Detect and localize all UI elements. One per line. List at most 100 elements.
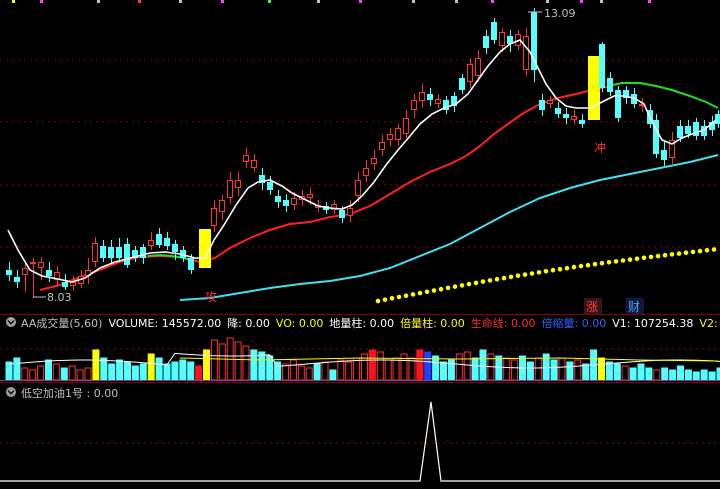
candle-body [395,128,401,140]
tick-mark [40,0,43,3]
short-moving-average-line [7,39,717,283]
candlestick [607,72,613,96]
candlestick [661,140,667,166]
volume-bar [550,359,558,381]
candlestick [419,84,425,108]
candle-body [172,244,178,252]
svg-text:AA成交量(5,60)VOLUME: 145572.00降:: AA成交量(5,60) VOLUME: 145572.00 降: 0.00 VO: 0… [21,316,720,330]
collapse-icon[interactable] [6,317,16,327]
candle-body [339,210,345,218]
trend-dot [641,255,647,261]
tick-mark [179,0,182,3]
candlestick [491,18,497,44]
candle-body [6,270,12,275]
volume-bar [582,363,590,381]
volume-bar [424,351,432,381]
high-price-label: 13.09 [544,7,576,20]
volume-bar [100,357,108,381]
volume-bar [131,365,139,381]
candlestick [435,94,441,108]
trend-dot [557,266,563,272]
candle-body [419,92,425,101]
candlestick [379,135,385,156]
chong-signal-marker: 冲 [594,140,606,155]
trend-dot [599,260,605,266]
svg-text:低空加油1号 : 0.00: 低空加油1号 : 0.00 [21,386,118,400]
candle-body [427,94,433,100]
trend-dot [375,298,381,304]
candlestick [599,42,605,92]
trend-dot [620,258,626,263]
volume-bar [669,369,677,381]
candlestick [571,110,577,124]
volume-bar [171,361,179,381]
trend-dot [704,248,710,253]
candle-body [547,100,553,104]
volume-bar [195,365,203,381]
candle-body [599,44,605,88]
chart-canvas[interactable]: 13.09 8.03 冲 攻 涨 财 AA成交量(5,60) VOLUME: 14… [0,0,720,486]
candle-body [283,200,289,206]
trend-dot [410,292,416,297]
candle-body [387,134,393,140]
volume-bar [558,357,566,381]
volume-bar [376,351,384,381]
header-value: V2: 2 [699,317,720,330]
svg-text:财: 财 [628,300,640,314]
volume-bar [5,361,13,381]
svg-text:涨: 涨 [586,299,598,314]
volume-bar [511,359,519,381]
volume-bar [37,365,45,381]
volume-bar [321,361,329,381]
candlestick-series[interactable] [6,8,720,298]
volume-bar [463,351,471,381]
candle-body [539,100,545,110]
trend-dot [431,288,437,293]
volume-bar [45,359,52,381]
volume-bar [637,363,645,381]
candlestick [235,172,241,196]
candle-body [156,234,162,245]
volume-bar [242,345,250,381]
volume-bar [684,369,692,381]
candle-body [371,158,377,164]
tick-mark [97,0,100,3]
collapse-icon[interactable] [6,387,16,397]
volume-bar [84,367,92,381]
volume-bar [353,357,361,381]
candlestick [467,58,473,88]
volume-bar [116,359,124,381]
volume-bar [661,367,669,381]
candle-body [219,200,225,212]
volume-bar [392,357,400,381]
volume-bar [471,357,479,381]
candlestick [22,262,28,292]
tick-mark [648,0,651,3]
tick-mark [359,0,362,3]
trend-dot [655,253,661,259]
wealth-tag: 财 [626,298,644,314]
candlestick [331,200,337,214]
volume-bar [218,343,226,381]
trend-dot [634,256,640,262]
volume-bar [613,363,621,381]
candlestick [371,150,377,170]
candle-body [108,247,114,258]
candle-body [563,114,569,118]
header-value: V1: 107254.38 [612,317,693,330]
candle-body [411,100,417,110]
volume-bar [384,359,392,381]
candlestick [523,28,529,76]
trend-dot [466,281,472,287]
candlestick [387,128,393,146]
candle-body [140,247,146,258]
candlestick [211,200,217,232]
candle-body [615,90,621,118]
volume-bar [305,367,313,381]
candle-body [62,282,68,287]
header-value: VOLUME: 145572.00 [108,317,221,330]
candle-body [607,78,613,92]
candlestick [251,154,257,172]
candlestick [148,232,154,250]
candle-body [267,182,273,190]
